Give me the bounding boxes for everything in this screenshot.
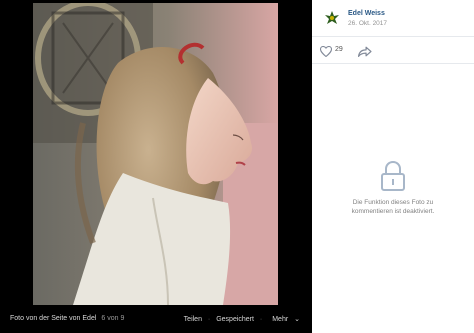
share-arrow-icon xyxy=(357,46,372,57)
post-header: Edel Weiss 26. Okt. 2017 xyxy=(312,0,474,37)
separator-dot: · xyxy=(259,316,263,323)
separator-dot: · xyxy=(207,316,211,323)
photo-counter: 6 von 9 xyxy=(101,315,125,322)
caption-bar: Foto von der Seite von Edel 6 von 9 Teile… xyxy=(0,310,312,330)
edelweiss-logo-icon xyxy=(322,8,342,28)
more-button[interactable]: Mehr ⌄ xyxy=(268,316,300,323)
lock-icon xyxy=(381,160,405,191)
avatar[interactable] xyxy=(322,8,342,28)
main-photo[interactable] xyxy=(33,3,278,305)
heart-icon xyxy=(319,45,333,58)
caption: Foto von der Seite von Edel 6 von 9 xyxy=(10,315,124,322)
photo-actions: Teilen · Gespeichert · Mehr ⌄ xyxy=(180,315,300,323)
info-panel: Edel Weiss 26. Okt. 2017 29 Die Funktion… xyxy=(312,0,474,333)
caption-text[interactable]: Foto von der Seite von Edel xyxy=(10,315,96,322)
photo-viewer: Foto von der Seite von Edel 6 von 9 Teile… xyxy=(0,0,312,333)
like-count: 29 xyxy=(335,46,343,53)
comments-disabled-text: Die Funktion dieses Foto zu kommentieren… xyxy=(351,199,435,215)
photo-image xyxy=(33,3,278,305)
share-icon-button[interactable] xyxy=(357,44,372,57)
reactions-bar: 29 xyxy=(312,37,474,64)
more-label: Mehr xyxy=(272,316,289,323)
saved-button[interactable]: Gespeichert xyxy=(216,316,254,323)
share-button[interactable]: Teilen xyxy=(184,316,202,323)
author-name[interactable]: Edel Weiss xyxy=(348,10,385,17)
post-date[interactable]: 26. Okt. 2017 xyxy=(348,20,387,27)
comments-disabled-notice: Die Funktion dieses Foto zu kommentieren… xyxy=(312,160,474,216)
chevron-down-icon: ⌄ xyxy=(294,316,300,323)
